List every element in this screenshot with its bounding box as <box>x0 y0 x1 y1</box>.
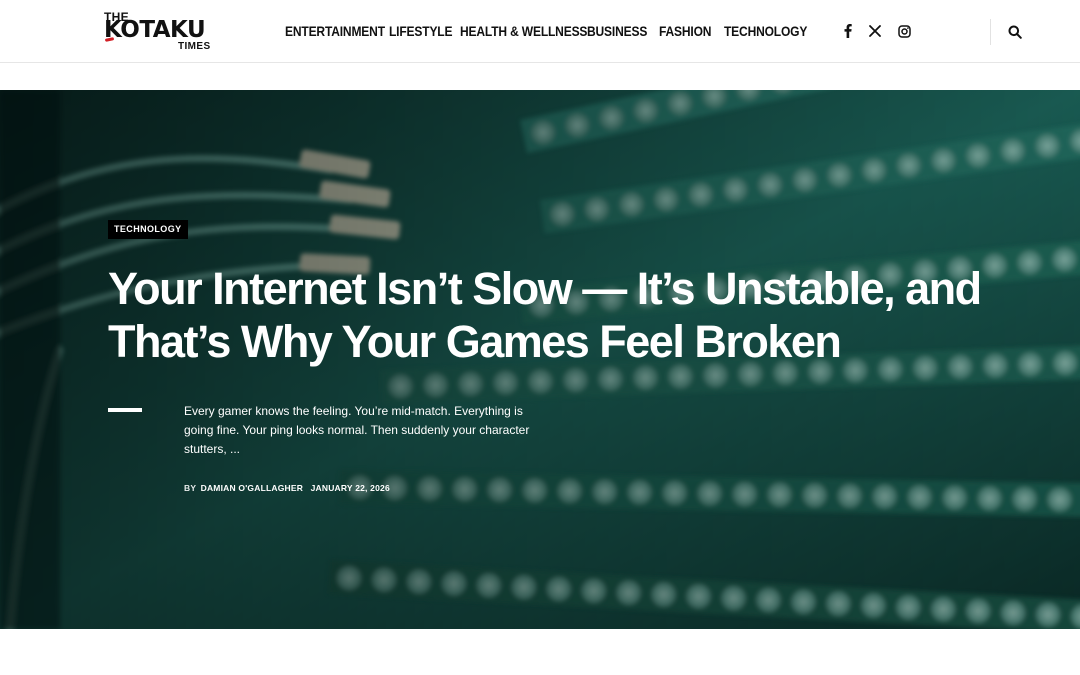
nav-item-entertainment[interactable]: ENTERTAINMENT <box>285 21 385 41</box>
article-meta: BY DAMIAN O'GALLAGHER JANUARY 22, 2026 <box>184 483 390 493</box>
excerpt-divider <box>108 408 142 412</box>
instagram-icon[interactable] <box>895 22 913 40</box>
nav-item-technology[interactable]: TECHNOLOGY <box>724 21 807 41</box>
byline-prefix: BY <box>184 483 197 493</box>
nav-item-health-wellness[interactable]: HEALTH & WELLNESS <box>460 21 587 41</box>
logo-wordmark: KOTAKU <box>104 17 206 43</box>
search-icon[interactable] <box>1006 23 1024 41</box>
category-badge[interactable]: TECHNOLOGY <box>108 220 188 239</box>
x-icon[interactable] <box>866 22 884 40</box>
featured-article[interactable]: TECHNOLOGY Your Internet Isn’t Slow — It… <box>0 90 1080 629</box>
article-headline[interactable]: Your Internet Isn’t Slow — It’s Unstable… <box>108 262 1008 368</box>
nav-item-fashion[interactable]: FASHION <box>659 21 711 41</box>
author-link[interactable]: DAMIAN O'GALLAGHER <box>201 483 303 493</box>
article-excerpt: Every gamer knows the feeling. You’re mi… <box>184 404 530 456</box>
logo-times: TIMES <box>178 41 211 52</box>
site-header: THE KOTAKU TIMES ENTERTAINMENT LIFESTYLE… <box>0 0 1080 63</box>
header-divider <box>990 19 991 45</box>
facebook-icon[interactable] <box>839 22 857 40</box>
nav-item-business[interactable]: BUSINESS <box>587 21 647 41</box>
publish-date: JANUARY 22, 2026 <box>310 483 390 493</box>
site-logo[interactable]: THE KOTAKU TIMES <box>104 10 216 54</box>
nav-item-lifestyle[interactable]: LIFESTYLE <box>389 21 453 41</box>
